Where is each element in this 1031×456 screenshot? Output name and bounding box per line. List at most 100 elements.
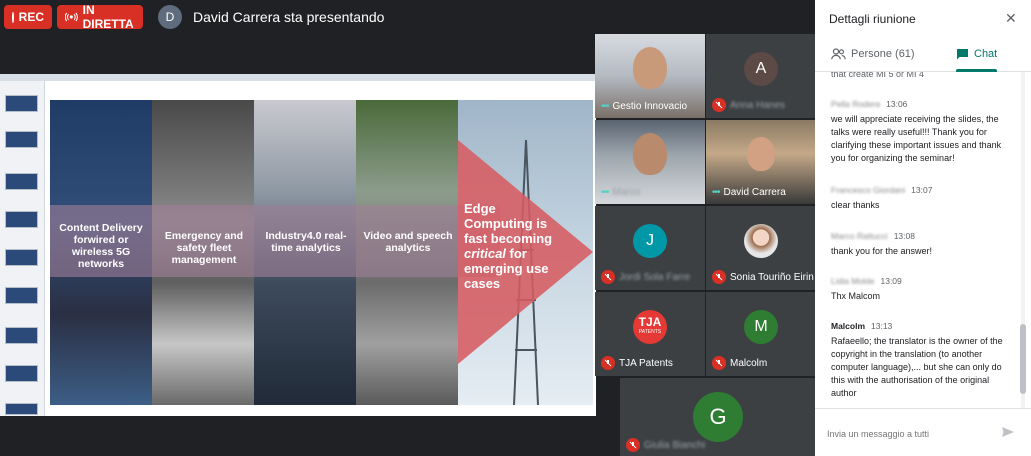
scrollbar-thumb[interactable] bbox=[1020, 324, 1026, 394]
speaking-icon: ••• bbox=[712, 187, 720, 198]
edge-computing-text: Edge Computing is fast becoming critical… bbox=[464, 201, 553, 291]
participant-tile[interactable]: Sonia Touriño Eirin bbox=[706, 206, 816, 290]
meeting-details-panel: Dettagli riunione ✕ Persone (61) Chat th… bbox=[815, 0, 1031, 456]
chat-message: Pella Rodera 13:06 we will appreciate rec… bbox=[831, 98, 1015, 165]
meeting-topbar: REC IN DIRETTA D David Carrera sta prese… bbox=[0, 0, 815, 34]
message-text: clear thanks bbox=[831, 200, 880, 210]
participant-tile[interactable]: J Jordi Sola Farre bbox=[595, 206, 705, 290]
avatar-logo-subtext: PATENTS bbox=[638, 329, 662, 336]
mic-off-icon bbox=[626, 438, 640, 452]
tab-people[interactable]: Persone (61) bbox=[831, 48, 915, 60]
message-sender: Pella Rodera bbox=[831, 99, 881, 109]
people-icon bbox=[831, 48, 846, 60]
chat-message: Lidia Molde 13:09 Thx Malcom bbox=[831, 275, 1015, 303]
chat-composer bbox=[815, 408, 1031, 456]
slide-thumbnail[interactable] bbox=[5, 403, 38, 415]
panel-title: Dettagli riunione bbox=[829, 12, 916, 26]
message-sender: Marco Rattucci bbox=[831, 231, 888, 241]
participant-avatar: TJA PATENTS bbox=[633, 310, 667, 345]
message-sender: Lidia Molde bbox=[831, 276, 875, 286]
message-text: that create MI 5 or MI 4 bbox=[831, 72, 925, 79]
participant-avatar: J bbox=[633, 224, 667, 259]
mic-off-icon bbox=[712, 356, 726, 370]
participant-tile[interactable]: TJA PATENTS TJA Patents bbox=[595, 292, 705, 376]
slide-thumbnail[interactable] bbox=[5, 95, 38, 112]
chat-scrollbar[interactable] bbox=[1018, 72, 1028, 408]
speaking-icon: ••• bbox=[601, 101, 609, 112]
slide-label: Video and speech analytics bbox=[363, 230, 453, 254]
close-icon[interactable]: ✕ bbox=[1005, 10, 1017, 27]
chat-message: Marco Rattucci 13:08 thank you for the an… bbox=[831, 230, 1015, 258]
slide-thumbnail[interactable] bbox=[5, 249, 38, 266]
message-text: we will appreciate receiving the slides,… bbox=[831, 114, 1002, 163]
participant-tile[interactable]: ••• Marco bbox=[595, 120, 705, 204]
slide-thumbnail[interactable] bbox=[5, 365, 38, 382]
participant-name: Giulia Bianchi bbox=[644, 439, 706, 451]
live-badge: IN DIRETTA bbox=[57, 3, 143, 31]
participant-video bbox=[633, 46, 667, 89]
slide-thumbnail[interactable] bbox=[5, 327, 38, 344]
mic-off-icon bbox=[601, 270, 615, 284]
participant-name: Marco bbox=[612, 187, 641, 198]
recording-label: REC bbox=[18, 10, 44, 24]
tab-chat[interactable]: Chat bbox=[956, 48, 997, 60]
participant-tile[interactable]: ••• David Carrera bbox=[706, 120, 816, 204]
participant-name: Jordi Sola Farre bbox=[619, 271, 691, 283]
participant-name: Gestio Innovacio bbox=[612, 101, 688, 112]
slide-thumbnails[interactable] bbox=[0, 81, 45, 416]
message-text: thank you for the answer! bbox=[831, 246, 933, 256]
panel-tabs: Persone (61) Chat bbox=[815, 42, 1031, 72]
participant-name: Anna Hanes bbox=[730, 99, 786, 111]
participant-tile[interactable]: G Giulia Bianchi bbox=[620, 378, 816, 456]
message-sender: Francesco Giordani bbox=[831, 185, 906, 195]
presenter-info: D David Carrera sta presentando bbox=[158, 5, 384, 29]
shared-screen[interactable]: Content Delivery forwired or wireless 5G… bbox=[0, 74, 596, 416]
slide-thumbnail[interactable] bbox=[5, 287, 38, 304]
slide-thumbnail[interactable] bbox=[5, 211, 38, 228]
participant-name: Sonia Touriño Eirin bbox=[730, 271, 814, 283]
message-time: 13:13 bbox=[871, 321, 893, 331]
participant-photo bbox=[744, 224, 778, 259]
participant-name: Malcolm bbox=[730, 357, 768, 369]
message-text: Rafaeello; the translator is the owner o… bbox=[831, 336, 1003, 398]
presentation-toolbar bbox=[0, 74, 596, 81]
participant-video bbox=[633, 132, 667, 175]
mic-off-icon bbox=[601, 356, 615, 370]
participant-name: TJA Patents bbox=[619, 357, 673, 369]
participant-tile[interactable]: A Anna Hanes bbox=[706, 34, 816, 118]
record-dot-icon bbox=[12, 11, 14, 23]
current-slide: Content Delivery forwired or wireless 5G… bbox=[50, 100, 593, 405]
participant-avatar: G bbox=[693, 392, 743, 442]
participant-avatar: M bbox=[744, 310, 778, 345]
chat-icon bbox=[957, 49, 968, 60]
participant-name: David Carrera bbox=[723, 187, 786, 198]
message-time: 13:09 bbox=[880, 276, 902, 286]
participant-avatar: A bbox=[744, 52, 778, 87]
participant-tile[interactable]: ••• Gestio Innovacio bbox=[595, 34, 705, 118]
tab-people-label: Persone (61) bbox=[851, 48, 915, 60]
presenter-avatar: D bbox=[158, 5, 182, 29]
message-time: 13:08 bbox=[893, 231, 915, 241]
chat-message: Malcolm 13:13 Rafaeello; the translator i… bbox=[831, 320, 1015, 400]
slide-thumbnail[interactable] bbox=[5, 131, 38, 148]
live-label: IN DIRETTA bbox=[82, 3, 134, 31]
chat-messages[interactable]: that create MI 5 or MI 4 Pella Rodera 13:… bbox=[815, 72, 1020, 408]
speaking-icon: ••• bbox=[601, 187, 609, 198]
slide-label: Content Delivery forwired or wireless 5G… bbox=[59, 222, 143, 270]
mic-off-icon bbox=[712, 270, 726, 284]
presenter-text: David Carrera sta presentando bbox=[193, 9, 385, 25]
message-time: 13:07 bbox=[911, 185, 933, 195]
chat-message: Francesco Giordani 13:07 clear thanks bbox=[831, 184, 1015, 212]
recording-badge: REC bbox=[4, 5, 52, 29]
send-icon[interactable] bbox=[1001, 426, 1015, 441]
avatar-logo-text: TJA bbox=[638, 315, 662, 330]
chat-message: that create MI 5 or MI 4 bbox=[831, 72, 1015, 81]
participant-video bbox=[747, 136, 775, 171]
chat-input[interactable] bbox=[827, 429, 997, 439]
tab-chat-label: Chat bbox=[974, 48, 998, 60]
participant-tile[interactable]: M Malcolm bbox=[706, 292, 816, 376]
slide-thumbnail[interactable] bbox=[5, 173, 38, 190]
mic-off-icon bbox=[712, 98, 726, 112]
message-time: 13:06 bbox=[886, 99, 908, 109]
broadcast-icon bbox=[65, 12, 78, 22]
